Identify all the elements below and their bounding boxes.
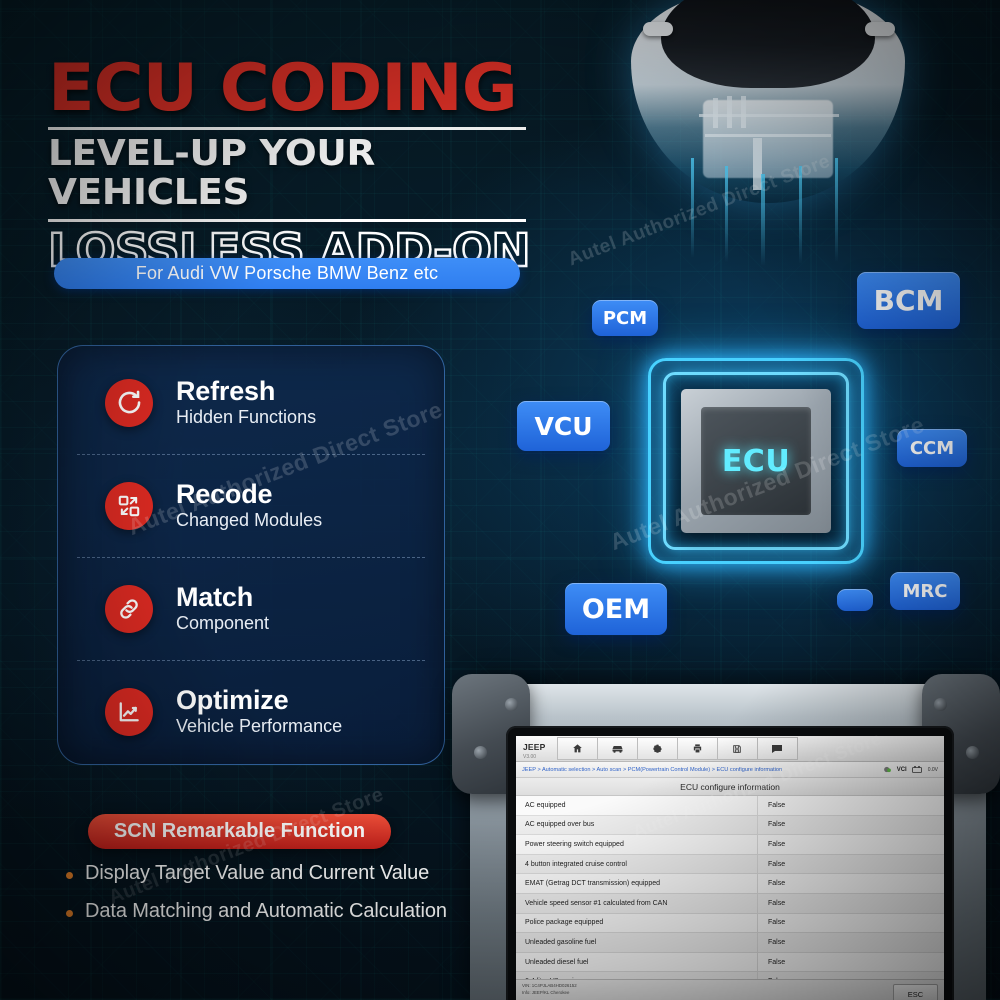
promo-banner: ECU CODING LEVEL-UP YOUR VEHICLES LOSSLE… xyxy=(0,0,1000,1000)
vignette-overlay xyxy=(0,0,1000,1000)
